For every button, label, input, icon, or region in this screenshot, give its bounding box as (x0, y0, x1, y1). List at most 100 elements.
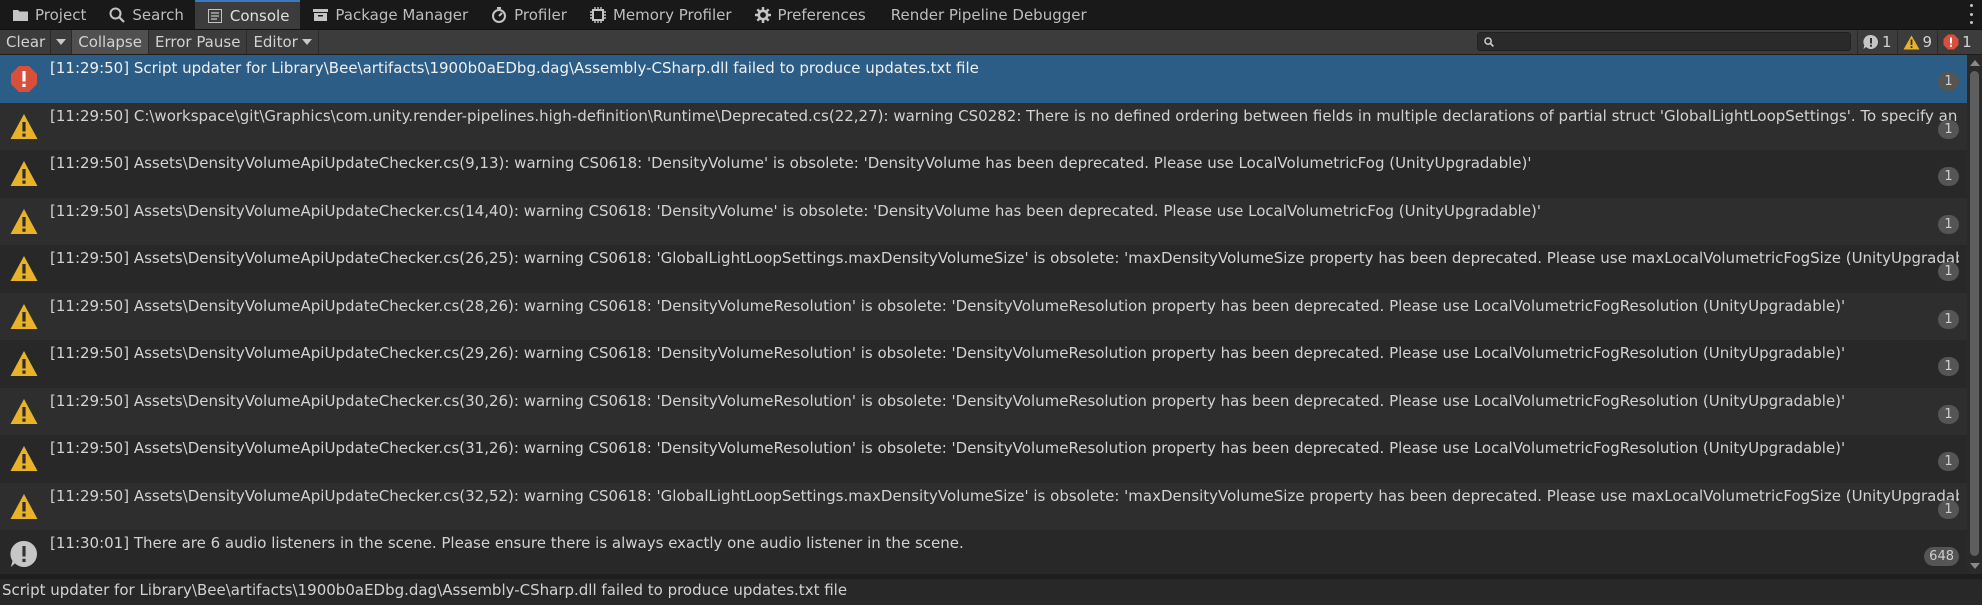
chevron-down-icon (301, 39, 312, 45)
tab-label: Search (132, 5, 184, 24)
tab-project[interactable]: Project (0, 0, 97, 29)
log-entry[interactable]: [11:29:50] Script updater for Library\Be… (0, 55, 1967, 103)
tab-memory-profiler[interactable]: Memory Profiler (578, 0, 743, 29)
log-count-badge: 1 (1938, 214, 1959, 234)
log-message: [11:29:50] Assets\DensityVolumeApiUpdate… (50, 439, 1846, 457)
tab-profiler[interactable]: Profiler (479, 0, 578, 29)
log-count-badge: 1 (1938, 404, 1959, 424)
warning-icon (10, 113, 38, 139)
profiler-icon (490, 6, 508, 24)
search-icon (108, 6, 126, 24)
log-entry[interactable]: [11:29:50] Assets\DensityVolumeApiUpdate… (0, 245, 1967, 293)
folder-icon (11, 6, 29, 24)
log-count-badge: 1 (1938, 452, 1959, 471)
log-message: [11:29:50] Assets\DensityVolumeApiUpdate… (50, 486, 1959, 505)
console-log-list[interactable]: [11:29:50] Script updater for Library\Be… (0, 55, 1967, 574)
memory-chip-icon (589, 6, 607, 24)
search-icon (1484, 36, 1494, 47)
tab-label: Profiler (514, 5, 567, 24)
log-entry[interactable]: [11:29:50] Assets\DensityVolumeApiUpdate… (0, 482, 1967, 530)
log-entry[interactable]: [11:29:50] Assets\DensityVolumeApiUpdate… (0, 435, 1967, 483)
log-entry[interactable]: [11:29:50] Assets\DensityVolumeApiUpdate… (0, 197, 1967, 245)
log-count-badge: 1 (1938, 357, 1959, 376)
log-count-badge: 648 (1924, 547, 1959, 566)
console-search-box[interactable] (1477, 32, 1851, 51)
log-message: [11:29:50] Assets\DensityVolumeApiUpdate… (50, 344, 1846, 362)
log-entry[interactable]: [11:29:50] Assets\DensityVolumeApiUpdate… (0, 340, 1967, 388)
log-message: [11:29:50] Assets\DensityVolumeApiUpdate… (50, 391, 1846, 410)
more-options-icon[interactable] (1968, 4, 1974, 24)
error-pause-toggle-label: Error Pause (154, 33, 241, 51)
console-search-input[interactable] (1498, 33, 1842, 50)
collapse-toggle[interactable]: Collapse (72, 30, 149, 54)
info-count: 1 (1882, 33, 1892, 51)
log-entry[interactable]: [11:29:50] Assets\DensityVolumeApiUpdate… (0, 150, 1967, 198)
tab-label: Render Pipeline Debugger (890, 5, 1087, 24)
package-icon (311, 6, 329, 24)
clear-button[interactable]: Clear (0, 30, 52, 54)
tab-render-pipeline-debugger[interactable]: Render Pipeline Debugger (877, 0, 1098, 29)
warning-icon (10, 161, 38, 186)
error-pause-toggle[interactable]: Error Pause (149, 30, 248, 54)
log-entry[interactable]: [11:30:01] There are 6 audio listeners i… (0, 530, 1967, 574)
error-icon (1943, 34, 1959, 50)
log-message: [11:29:50] Assets\DensityVolumeApiUpdate… (50, 201, 1542, 220)
console-toolbar: Clear Collapse Error Pause Editor 1 9 1 (0, 30, 1982, 55)
tab-search[interactable]: Search (97, 0, 195, 29)
gear-icon (754, 6, 772, 24)
warning-icon (10, 398, 38, 424)
log-message: [11:29:50] Assets\DensityVolumeApiUpdate… (50, 249, 1959, 267)
warning-icon (10, 208, 38, 234)
editor-target-label: Editor (253, 33, 298, 51)
log-count-badge: 1 (1938, 119, 1959, 139)
scroll-down-icon[interactable] (1970, 563, 1980, 569)
scrollbar-thumb[interactable] (1970, 71, 1979, 556)
error-count: 1 (1962, 33, 1972, 51)
tab-label: Package Manager (335, 5, 469, 24)
log-details-pane[interactable]: Script updater for Library\Bee\artifacts… (0, 579, 1982, 605)
log-count-badge: 1 (1938, 167, 1959, 186)
editor-target-dropdown[interactable]: Editor (247, 30, 319, 54)
clear-options-dropdown[interactable] (51, 30, 73, 54)
log-entry[interactable]: [11:29:50] Assets\DensityVolumeApiUpdate… (0, 292, 1967, 340)
editor-tab-bar: Project Search Console Package Manager P… (0, 0, 1982, 30)
tab-package-manager[interactable]: Package Manager (300, 0, 479, 29)
error-count-toggle[interactable]: 1 (1937, 30, 1977, 54)
log-count-badge: 1 (1938, 309, 1959, 329)
log-message: [11:29:50] C:\workspace\git\Graphics\com… (50, 106, 1959, 125)
chevron-down-icon (56, 39, 67, 45)
info-icon (1863, 34, 1879, 50)
warning-icon (10, 493, 38, 519)
tab-preferences[interactable]: Preferences (743, 0, 877, 29)
tab-label: Project (35, 5, 87, 24)
warning-icon (10, 256, 38, 281)
log-counters: 1 9 1 (1857, 30, 1977, 54)
log-message: [11:29:50] Assets\DensityVolumeApiUpdate… (50, 154, 1532, 172)
warning-icon (1903, 35, 1920, 50)
log-count-badge: 1 (1938, 499, 1959, 519)
warning-icon (10, 446, 38, 471)
log-message: [11:29:50] Script updater for Library\Be… (50, 59, 979, 77)
tab-label: Console (229, 6, 290, 25)
clear-button-label: Clear (6, 33, 46, 51)
console-icon (206, 7, 224, 25)
log-list-scrollbar[interactable] (1967, 55, 1982, 574)
error-icon (11, 66, 37, 92)
warning-count-toggle[interactable]: 9 (1896, 30, 1938, 54)
log-count-badge: 1 (1938, 72, 1959, 91)
collapse-toggle-label: Collapse (78, 33, 142, 51)
info-icon (10, 540, 37, 567)
log-message: [11:30:01] There are 6 audio listeners i… (50, 534, 964, 552)
log-message: [11:29:50] Assets\DensityVolumeApiUpdate… (50, 296, 1846, 315)
log-details-text: Script updater for Library\Bee\artifacts… (2, 581, 848, 599)
log-count-badge: 1 (1938, 262, 1959, 281)
tab-label: Preferences (777, 5, 866, 24)
warning-icon (10, 351, 38, 376)
scroll-up-icon[interactable] (1970, 60, 1980, 66)
log-entry[interactable]: [11:29:50] Assets\DensityVolumeApiUpdate… (0, 387, 1967, 435)
tab-console[interactable]: Console (194, 0, 301, 29)
info-count-toggle[interactable]: 1 (1857, 30, 1897, 54)
log-entry[interactable]: [11:29:50] C:\workspace\git\Graphics\com… (0, 102, 1967, 150)
tab-label: Memory Profiler (612, 5, 732, 24)
warning-count: 9 (1922, 33, 1933, 51)
